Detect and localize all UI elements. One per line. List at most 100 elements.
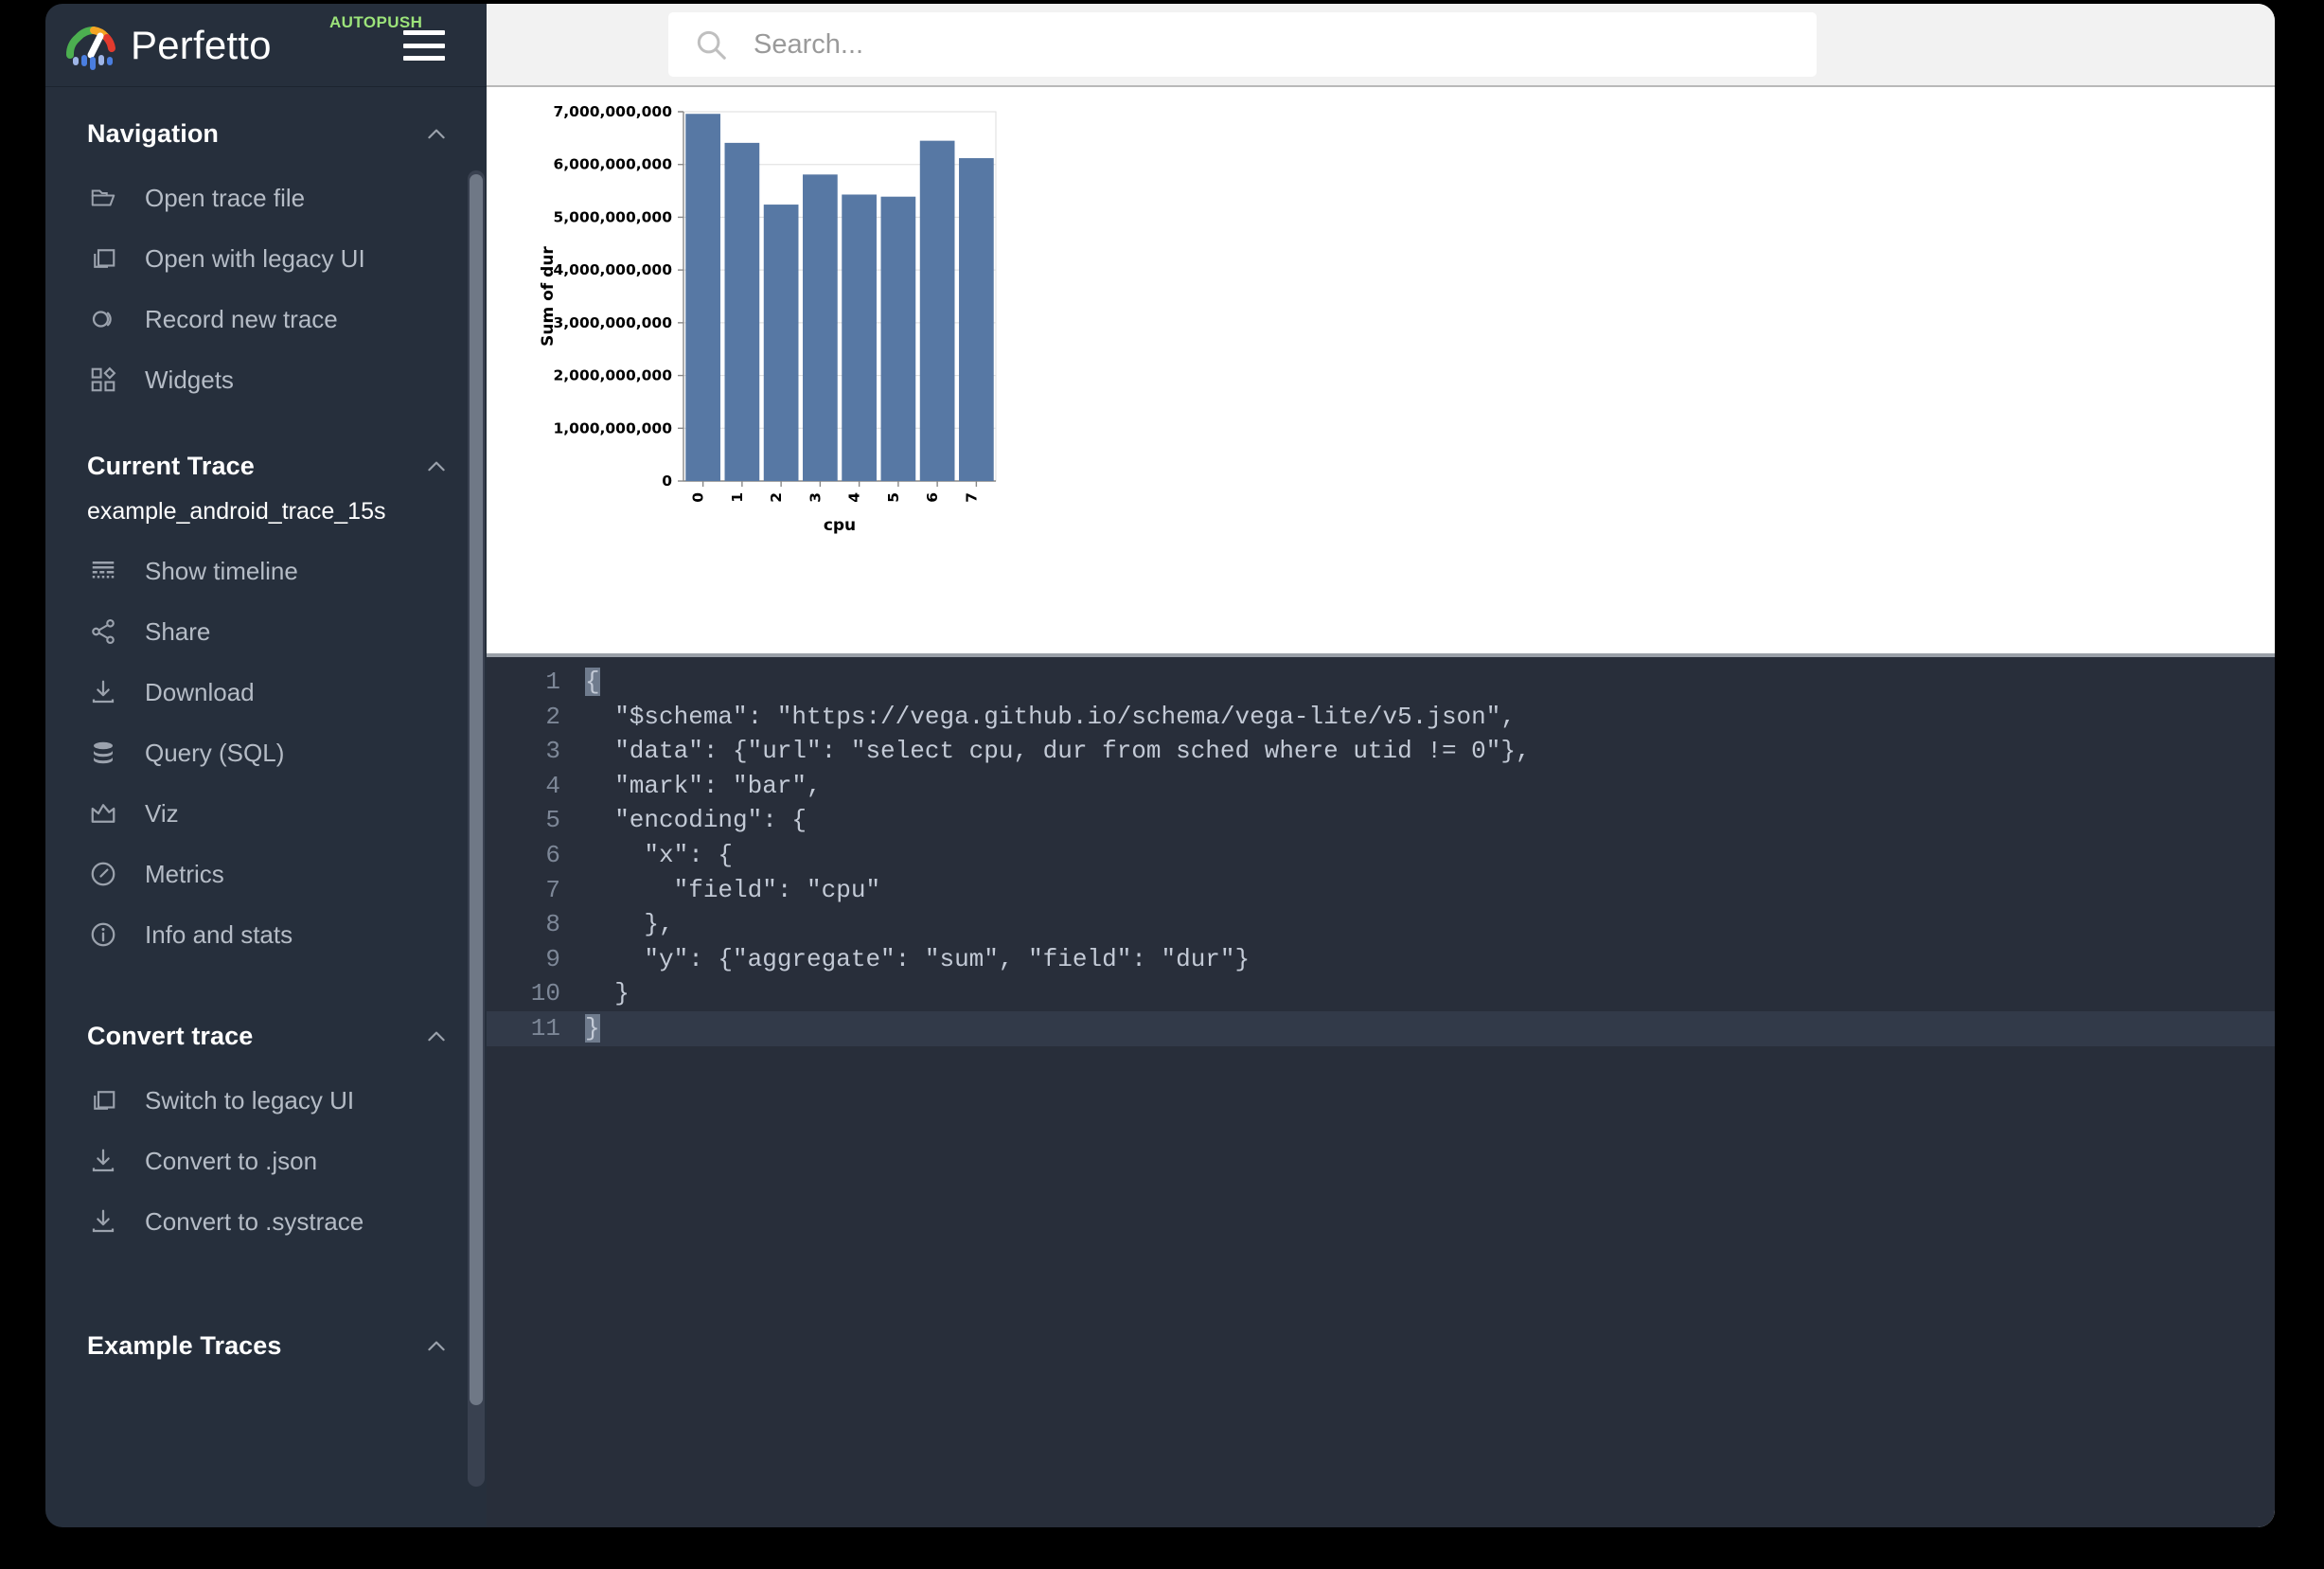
code-text: "encoding": { xyxy=(585,806,807,835)
download-icon xyxy=(87,676,119,708)
text-cursor: } xyxy=(585,1013,600,1043)
code-line[interactable]: 3 "data": {"url": "select cpu, dur from … xyxy=(487,734,2275,769)
sidebar-item-label: Download xyxy=(145,677,255,706)
sidebar-item-download[interactable]: Download xyxy=(45,662,487,722)
y-axis-tick-label: 1,000,000,000 xyxy=(553,419,672,437)
bar-0[interactable] xyxy=(685,114,720,482)
sidebar-item-label: Convert to .json xyxy=(145,1146,318,1175)
omnibox[interactable] xyxy=(668,12,1817,77)
copy-window-icon xyxy=(87,1084,119,1116)
bar-7[interactable] xyxy=(959,158,994,481)
vega-bar-chart: 0 1,000,000,000 2,000,000,000 3,000,000,000… xyxy=(494,95,1441,634)
code-line[interactable]: 7 "field": "cpu" xyxy=(487,873,2275,908)
hamburger-menu-icon[interactable] xyxy=(403,30,445,61)
code-line[interactable]: 2 "$schema": "https://vega.github.io/sch… xyxy=(487,700,2275,735)
record-circle-icon xyxy=(87,303,119,335)
chevron-up-icon[interactable] xyxy=(424,1334,449,1359)
x-axis-tick-label: 6 xyxy=(924,492,941,503)
chevron-up-icon[interactable] xyxy=(424,1025,449,1049)
sidebar-item-label: Open with legacy UI xyxy=(145,243,365,273)
sidebar-item-share[interactable]: Share xyxy=(45,601,487,662)
sidebar-section-navigation-header[interactable]: Navigation xyxy=(45,102,487,154)
code-line[interactable]: 1{ xyxy=(487,665,2275,700)
sidebar-item-convert-to-systrace[interactable]: Convert to .systrace xyxy=(45,1191,487,1252)
sidebar-section-title: Current Trace xyxy=(87,452,255,480)
sidebar-item-switch-to-legacy-ui[interactable]: Switch to legacy UI xyxy=(45,1070,487,1131)
search-icon xyxy=(697,30,726,60)
line-number: 9 xyxy=(545,944,560,973)
code-text: } xyxy=(585,1011,600,1046)
sidebar-item-label: Show timeline xyxy=(145,556,298,585)
y-axis-tick-label: 6,000,000,000 xyxy=(553,156,672,173)
x-axis-tick-label: 7 xyxy=(963,492,980,503)
download-icon xyxy=(87,1205,119,1238)
share-icon xyxy=(87,615,119,648)
sidebar-item-open-with-legacy-ui[interactable]: Open with legacy UI xyxy=(45,228,487,289)
bar-6[interactable] xyxy=(919,140,955,481)
bar-5[interactable] xyxy=(880,196,916,481)
chevron-up-icon[interactable] xyxy=(424,122,449,147)
sidebar-item-label: Record new trace xyxy=(145,304,338,333)
app-window: Perfetto AUTOPUSH Navigation Open trace … xyxy=(45,4,2275,1527)
sidebar-header: Perfetto AUTOPUSH xyxy=(45,4,487,87)
sidebar-scrollbar[interactable] xyxy=(468,170,485,1487)
code-line[interactable]: 9 "y": {"aggregate": "sum", "field": "du… xyxy=(487,942,2275,977)
sidebar-item-widgets[interactable]: Widgets xyxy=(45,349,487,410)
sidebar-section-example-traces-header[interactable]: Example Traces xyxy=(45,1276,487,1366)
code-line[interactable]: 6 "x": { xyxy=(487,838,2275,873)
sidebar-item-metrics[interactable]: Metrics xyxy=(45,844,487,904)
main-content: 0 1,000,000,000 2,000,000,000 3,000,000,000… xyxy=(487,4,2275,1527)
code-line[interactable]: 5 "encoding": { xyxy=(487,803,2275,838)
visualization-panel: 0 1,000,000,000 2,000,000,000 3,000,000,000… xyxy=(487,87,2275,657)
code-text: "field": "cpu" xyxy=(585,875,881,904)
code-text: { xyxy=(585,665,600,700)
current-trace-name: example_android_trace_15s xyxy=(87,498,386,525)
chevron-up-icon[interactable] xyxy=(424,455,449,479)
sidebar-item-query-sql[interactable]: Query (SQL) xyxy=(45,722,487,783)
search-input[interactable] xyxy=(754,28,1747,61)
bar-3[interactable] xyxy=(803,174,838,482)
sidebar-item-viz[interactable]: Viz xyxy=(45,783,487,844)
vega-spec-editor[interactable]: 1{2 "$schema": "https://vega.github.io/s… xyxy=(487,657,2275,1527)
sidebar-section-title: Navigation xyxy=(87,119,220,148)
code-line[interactable]: 8 }, xyxy=(487,907,2275,942)
sidebar-section-convert-trace-header[interactable]: Convert trace xyxy=(45,990,487,1057)
speedometer-icon xyxy=(87,858,119,890)
sidebar-section-current-trace-header[interactable]: Current Trace xyxy=(45,435,487,487)
line-number: 10 xyxy=(530,979,560,1008)
y-axis-tick-label: 5,000,000,000 xyxy=(553,208,672,225)
line-number: 8 xyxy=(545,910,560,939)
x-axis-title: cpu xyxy=(824,516,856,535)
line-number: 4 xyxy=(545,771,560,800)
sidebar-item-convert-to-json[interactable]: Convert to .json xyxy=(45,1131,487,1191)
code-text: }, xyxy=(585,910,674,939)
sidebar-item-info-and-stats[interactable]: Info and stats xyxy=(45,904,487,965)
brand-title: Perfetto xyxy=(131,22,272,67)
x-axis-tick-label: 1 xyxy=(729,492,746,503)
bar-4[interactable] xyxy=(842,194,877,481)
bar-1[interactable] xyxy=(724,142,760,481)
sidebar-nav-list-navigation: Open trace file Open with legacy UI Reco… xyxy=(45,154,487,435)
line-number: 6 xyxy=(545,840,560,869)
copy-window-icon xyxy=(87,242,119,275)
code-text: "$schema": "https://vega.github.io/schem… xyxy=(585,702,1516,731)
widgets-icon xyxy=(87,364,119,396)
code-line[interactable]: 10 } xyxy=(487,976,2275,1011)
line-number: 2 xyxy=(545,702,560,731)
area-chart-icon xyxy=(87,797,119,829)
info-circle-icon xyxy=(87,918,119,951)
sidebar-item-open-trace-file[interactable]: Open trace file xyxy=(45,168,487,228)
code-text: "data": {"url": "select cpu, dur from sc… xyxy=(585,737,1531,766)
bar-2[interactable] xyxy=(763,205,799,481)
sidebar-item-label: Open trace file xyxy=(145,183,306,212)
sidebar-scroll-area: Navigation Open trace file Open with leg… xyxy=(45,87,487,1527)
sidebar-scrollbar-thumb[interactable] xyxy=(470,174,483,1405)
y-axis-tick-label: 3,000,000,000 xyxy=(553,314,672,331)
code-line[interactable]: 4 "mark": "bar", xyxy=(487,769,2275,804)
perfetto-gauge-logo-icon xyxy=(64,23,117,70)
sidebar-item-show-timeline[interactable]: Show timeline xyxy=(45,541,487,601)
code-line[interactable]: 11} xyxy=(487,1010,2275,1046)
brand-badge: AUTOPUSH xyxy=(329,13,423,31)
sidebar-item-record-new-trace[interactable]: Record new trace xyxy=(45,289,487,349)
sidebar-section-title: Convert trace xyxy=(87,1022,254,1050)
